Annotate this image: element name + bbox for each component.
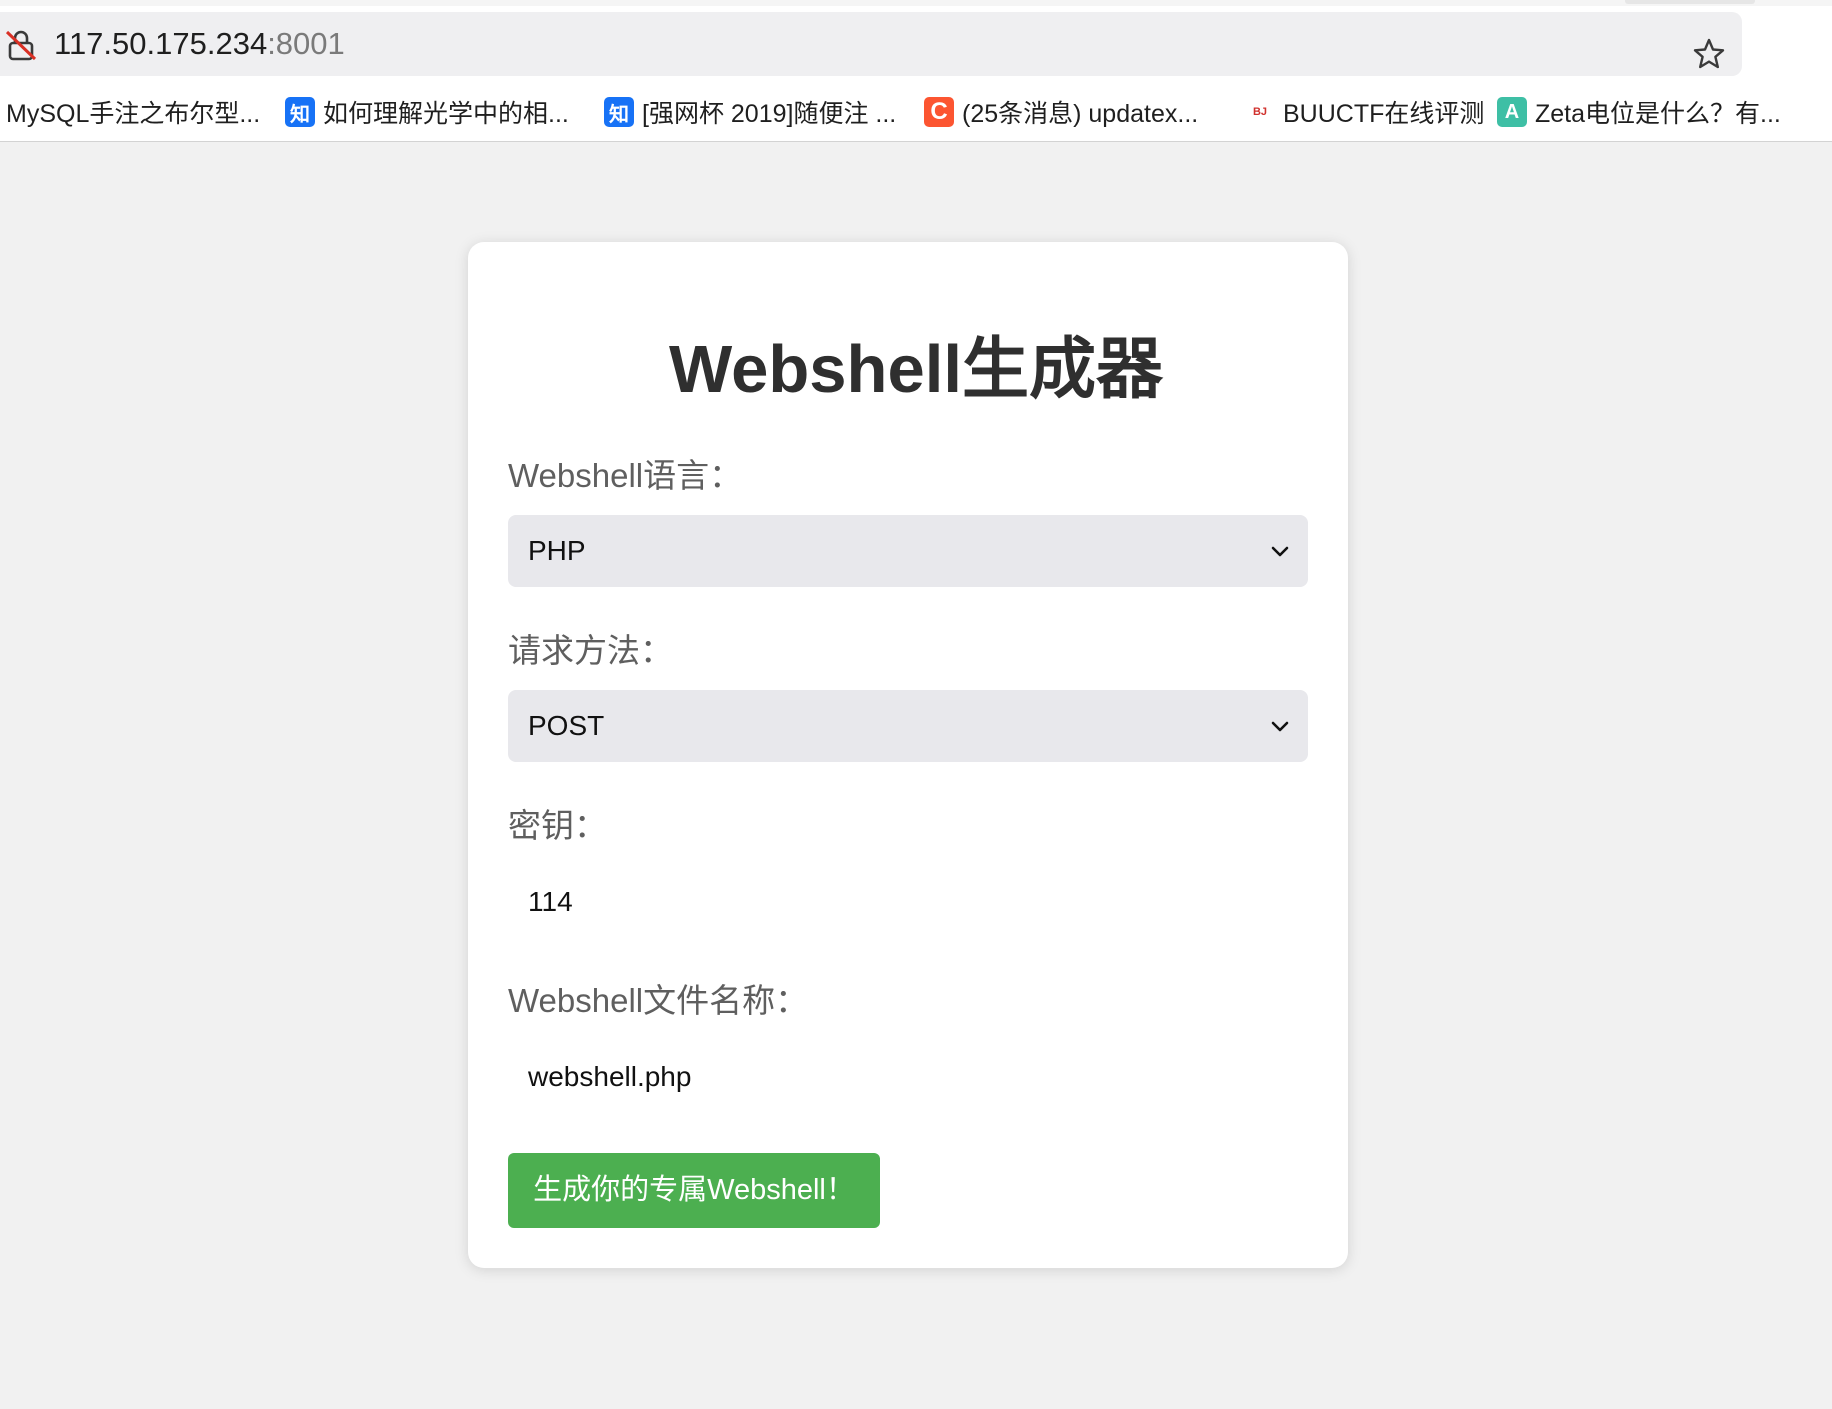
bookmark-item[interactable]: C (25条消息) updatex... <box>924 92 1198 132</box>
bookmark-star-icon[interactable] <box>1692 37 1726 71</box>
csdn-icon: C <box>924 97 954 127</box>
method-label: 请求方法： <box>508 632 673 669</box>
bookmark-label: Zeta电位是什么？有... <box>1535 100 1781 128</box>
method-select-value: POST <box>528 710 605 741</box>
url-host: 117.50.175.234 <box>54 26 268 61</box>
zeta-icon: A <box>1497 97 1527 127</box>
bookmark-label: BUUCTF在线评测 <box>1283 100 1485 128</box>
buuctf-icon: BJ <box>1252 106 1268 118</box>
chevron-down-icon <box>1271 721 1289 732</box>
bookmark-item[interactable]: 知 如何理解光学中的相... <box>285 92 569 132</box>
bookmark-item[interactable]: MySQL手注之布尔型... <box>6 92 260 132</box>
chevron-down-icon <box>1271 546 1289 557</box>
key-label: 密钥： <box>508 807 607 844</box>
address-bar[interactable]: 117.50.175.234:8001 <box>0 12 1742 76</box>
key-input[interactable] <box>508 872 1308 932</box>
language-select-value: PHP <box>528 535 586 566</box>
tab-edge[interactable] <box>1625 0 1755 4</box>
bookmark-label: [强网杯 2019]随便注 ... <box>642 100 897 128</box>
page-title: Webshell生成器 <box>669 332 1163 407</box>
bookmark-item[interactable]: BJ BUUCTF在线评测 <box>1245 92 1484 132</box>
bookmarks-bar: MySQL手注之布尔型... 知 如何理解光学中的相... 知 [强网杯 201… <box>0 92 1832 136</box>
url-text[interactable]: 117.50.175.234:8001 <box>54 26 345 62</box>
url-port: :8001 <box>267 26 345 61</box>
language-select[interactable]: PHP <box>508 515 1308 587</box>
filename-label: Webshell文件名称： <box>508 982 809 1019</box>
zhihu-icon: 知 <box>604 97 634 127</box>
browser-chrome: 117.50.175.234:8001 MySQL手注之布尔型... 知 如何理… <box>0 0 1832 142</box>
bookmark-item[interactable]: A Zeta电位是什么？有... <box>1497 92 1781 132</box>
method-select[interactable]: POST <box>508 690 1308 762</box>
bookmark-label: MySQL手注之布尔型... <box>6 100 261 128</box>
bookmark-label: (25条消息) updatex... <box>962 100 1199 128</box>
zhihu-icon: 知 <box>285 97 315 127</box>
bookmark-label: 如何理解光学中的相... <box>323 100 569 128</box>
language-label: Webshell语言： <box>508 457 743 494</box>
filename-input[interactable] <box>508 1047 1308 1107</box>
not-secure-lock-icon[interactable] <box>4 28 38 62</box>
bookmark-item[interactable]: 知 [强网杯 2019]随便注 ... <box>604 92 896 132</box>
tab-strip <box>0 0 1832 6</box>
generate-webshell-button[interactable]: 生成你的专属Webshell！ <box>508 1153 880 1228</box>
